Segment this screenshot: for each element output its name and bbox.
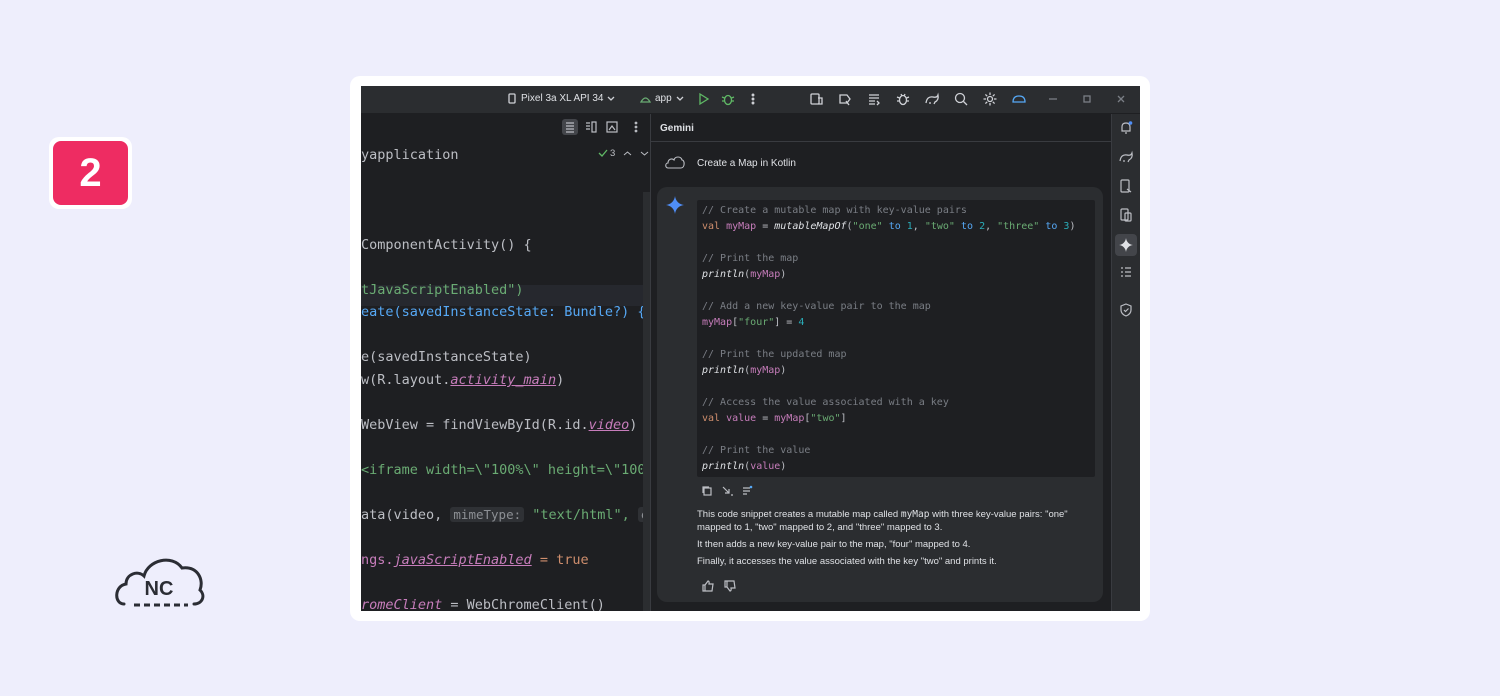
debug-icon[interactable] [720, 91, 736, 107]
code-editor[interactable]: 3 yapplication ComponentActivity() { tJa… [361, 114, 667, 611]
ide-window: Pixel 3a XL API 34 app 3 yapplication Co… [361, 86, 1140, 611]
split-view-icon[interactable] [583, 119, 599, 135]
code-line: myMap["four"] = 4 [702, 317, 805, 328]
run-config-selector[interactable]: app [640, 93, 684, 104]
right-tool-window-bar [1111, 114, 1140, 611]
run-icon[interactable] [696, 91, 712, 107]
code-line: w(R.layout.activity_main) [361, 372, 565, 388]
insert-at-caret-icon[interactable] [721, 485, 733, 497]
attach-debugger-icon[interactable] [895, 91, 911, 107]
apply-changes-icon[interactable] [837, 91, 853, 107]
structure-list-icon[interactable] [1118, 265, 1134, 281]
explanation-paragraph: Finally, it accesses the value associate… [697, 556, 997, 567]
code-view-icon[interactable] [562, 119, 578, 135]
device-label: Pixel 3a XL API 34 [521, 93, 604, 104]
step-badge: 2 [49, 137, 132, 209]
feedback-buttons [701, 580, 737, 592]
gemini-sparkle-icon [666, 196, 684, 214]
design-view-icon[interactable] [604, 119, 620, 135]
thumbs-up-icon[interactable] [701, 580, 715, 592]
thumbs-down-icon[interactable] [723, 580, 737, 592]
code-comment: // Access the value associated with a ke… [702, 397, 949, 408]
code-line: <iframe width=\"100%\" height=\"100%\ [361, 462, 662, 478]
nc-cloud-logo: NC [112, 550, 207, 610]
explanation-paragraph: This code snippet creates a mutable map … [697, 509, 1068, 533]
logo-text: NC [145, 578, 174, 600]
user-avatar-icon [665, 156, 685, 169]
more-vertical-icon[interactable] [745, 91, 761, 107]
running-devices-icon[interactable] [1118, 207, 1134, 223]
code-line: yapplication [361, 147, 459, 163]
code-line: e(savedInstanceState) [361, 349, 532, 365]
gemini-status-icon[interactable] [1011, 91, 1027, 107]
gradle-icon[interactable] [1118, 149, 1134, 165]
step-number: 2 [53, 141, 128, 205]
code-comment: // Print the value [702, 445, 811, 456]
snippet-actions [701, 485, 753, 497]
copy-icon[interactable] [701, 485, 713, 497]
gemini-panel: Gemini Create a Map in Kotlin // Create … [651, 114, 1111, 611]
inspection-widget[interactable]: 3 [598, 148, 649, 159]
gemini-panel-title: Gemini [660, 123, 694, 134]
code-comment: // Create a mutable map with key-value p… [702, 205, 967, 216]
code-line: println(value) [702, 461, 787, 472]
settings-gear-icon[interactable] [982, 91, 998, 107]
code-line: println(myMap) [702, 269, 787, 280]
code-line: ngs.javaScriptEnabled = true [361, 552, 589, 568]
logcat-icon[interactable] [866, 91, 882, 107]
chevron-down-icon[interactable] [640, 150, 649, 157]
device-selector[interactable]: Pixel 3a XL API 34 [507, 93, 615, 104]
chevron-down-icon [608, 96, 615, 101]
run-config-label: app [655, 93, 672, 104]
editor-toolbar: 3 [361, 114, 650, 159]
code-line: WebView = findViewById(R.id.video) [361, 417, 638, 433]
code-line: val myMap = mutableMapOf("one" to 1, "tw… [702, 221, 1076, 232]
minimize-icon[interactable] [1045, 91, 1061, 107]
code-line: ata(video, mimeType: "text/html", enc [361, 507, 667, 523]
code-line: ComponentActivity() { [361, 237, 532, 253]
code-line: tJavaScriptEnabled") [361, 282, 524, 298]
gradle-sync-icon[interactable] [924, 91, 940, 107]
code-comment: // Print the updated map [702, 349, 847, 360]
code-line: val value = myMap["two"] [702, 413, 847, 424]
parameter-hint: mimeType: [450, 507, 525, 522]
device-file-explorer-icon[interactable] [1118, 178, 1134, 194]
code-comment: // Print the map [702, 253, 799, 264]
android-icon [640, 97, 651, 103]
notifications-icon[interactable] [1118, 120, 1134, 136]
explanation-paragraph: It then adds a new key-value pair to the… [697, 539, 971, 550]
gemini-tool-button[interactable] [1115, 234, 1137, 256]
code-snippet[interactable]: // Create a mutable map with key-value p… [697, 200, 1095, 477]
gemini-sparkle-icon [1119, 238, 1133, 252]
chevron-down-icon [676, 96, 684, 101]
editor-more-icon[interactable] [628, 119, 644, 135]
divider [651, 141, 1111, 142]
code-comment: // Add a new key-value pair to the map [702, 301, 931, 312]
inspection-count: 3 [610, 148, 616, 159]
code-line: println(myMap) [702, 365, 787, 376]
maximize-icon[interactable] [1079, 91, 1095, 107]
close-icon[interactable] [1113, 91, 1129, 107]
check-icon [598, 149, 608, 157]
search-icon[interactable] [953, 91, 969, 107]
gemini-response-card: // Create a mutable map with key-value p… [657, 187, 1103, 602]
device-manager-icon[interactable] [808, 91, 824, 107]
ide-toolbar: Pixel 3a XL API 34 app [361, 86, 1140, 114]
device-icon [508, 93, 516, 104]
user-prompt: Create a Map in Kotlin [665, 156, 796, 170]
chevron-up-icon[interactable] [623, 150, 632, 157]
code-line: romeClient = WebChromeClient() [361, 597, 605, 611]
app-quality-shield-icon[interactable] [1118, 302, 1134, 318]
prompt-text: Create a Map in Kotlin [697, 157, 796, 169]
code-line: eate(savedInstanceState: Bundle?) { [361, 304, 646, 320]
editor-scrollbar[interactable] [643, 192, 650, 611]
new-file-icon[interactable] [741, 485, 753, 497]
